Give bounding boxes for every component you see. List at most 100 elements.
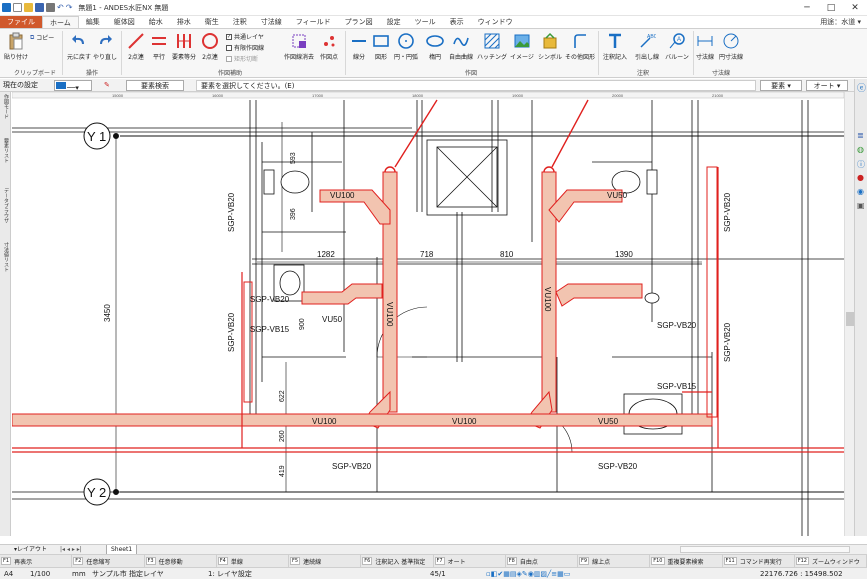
fkey-f2[interactable]: F2 任意縮写 [72,555,145,567]
tab-dimension[interactable]: 寸法線 [254,16,289,28]
fkey-f3[interactable]: F3 任意移動 [145,555,217,567]
element-mode-select[interactable]: 要素 ▾ [760,80,802,91]
tab-window[interactable]: ウィンドウ [471,16,520,28]
double-line-button[interactable]: 2点連 [124,32,148,61]
ribbon-home: 貼り付け ⧉ コピー 元に戻す やり直し 2点連 平行 要素等分 2点連 ✓ 共… [0,28,867,78]
two-point-circle-button[interactable]: 2点連 [198,32,222,61]
fkey-f1[interactable]: F1 再表示 [0,555,73,567]
aux-erase-button[interactable]: 作図線消去 [282,32,316,61]
fkey-f12[interactable]: F12 ズームウィンドウ [795,555,867,567]
left-tab-dimension-list[interactable]: 寸法値リスト [1,242,10,272]
fkey-f11[interactable]: F11 コマンド再実行 [723,555,795,567]
usage-dropdown[interactable]: 用途：水道 ▾ [820,16,861,28]
ellipse-button[interactable]: 楕円 [424,32,446,61]
line-button[interactable]: 線分 [348,32,370,61]
layer-icon[interactable]: ≣ [857,131,864,140]
horizontal-scrollbar[interactable] [680,546,850,553]
image-icon [514,34,530,48]
redo-button[interactable]: やり直し [92,32,118,61]
status-layer[interactable]: 1: レイヤ設定 [208,569,252,579]
tab-structure[interactable]: 躯体図 [107,16,142,28]
tab-file[interactable]: ファイル [0,16,42,28]
leader-button[interactable]: ABC 引出し線 [631,32,663,61]
dimension-button[interactable]: 寸法線 [694,32,716,61]
tab-annotation[interactable]: 注釈 [226,16,254,28]
rect-cut-check[interactable]: 矩形切断 [226,54,258,63]
save-icon[interactable] [35,3,44,12]
image-button[interactable]: イメージ [508,32,536,61]
tab-edit[interactable]: 編集 [79,16,107,28]
left-tab-draw-mode[interactable]: 作図モード [1,94,10,119]
tab-plan[interactable]: プラン図 [338,16,380,28]
redo-quick-icon[interactable]: ↷ [66,3,73,12]
layout-label[interactable]: ▾レイアウト [14,545,47,554]
undo-button[interactable]: 元に戻す [66,32,92,61]
shape-button[interactable]: 図形 [370,32,392,61]
copy-button[interactable]: ⧉ コピー [30,33,54,43]
vertical-scrollbar[interactable] [844,92,854,536]
snap-mode-select[interactable]: オート ▾ [806,80,848,91]
tab-water-supply[interactable]: 給水 [142,16,170,28]
new-file-icon[interactable] [13,3,22,12]
fkey-f5[interactable]: F5 連続線 [289,555,362,567]
close-button[interactable]: ✕ [843,0,867,15]
symbol-button[interactable]: シンボル [536,32,564,61]
structure-lines [12,100,844,536]
image-panel-icon[interactable]: ▣ [857,201,865,210]
fkey-f9[interactable]: F9 線上点 [578,555,651,567]
tab-drainage[interactable]: 排水 [170,16,198,28]
ie-icon[interactable]: ⓔ [857,81,866,94]
element-search-button[interactable]: 要素検索 [126,80,184,91]
fkey-f4[interactable]: F4 単線 [217,555,289,567]
hatch-button[interactable]: ハッチング [477,32,507,61]
globe-icon[interactable]: ◉ [857,187,864,196]
element-equal-button[interactable]: 要素等分 [170,32,198,61]
left-tab-element-list[interactable]: 要素リスト [1,138,10,163]
left-tab-data-browser[interactable]: データブラウザ [1,188,10,223]
other-shape-button[interactable]: その他図形 [564,32,596,61]
info-icon[interactable]: ⓘ [857,159,865,170]
aux-point-button[interactable]: 作図点 [316,32,342,61]
fkey-f10[interactable]: F10 重複要素検索 [650,555,723,567]
drawing-svg[interactable]: 15000 16000 17000 18000 19000 20000 2100… [12,92,844,536]
fkey-f8[interactable]: F8 自由点 [506,555,578,567]
free-curve-button[interactable]: 自由曲線 [446,32,476,61]
limited-aux-check[interactable]: 有限作図線 [226,43,264,52]
tab-settings[interactable]: 設定 [380,16,408,28]
grid-label-y2: Y 2 [87,485,106,500]
tab-home[interactable]: ホーム [42,16,79,28]
maximize-button[interactable]: □ [819,0,843,15]
minimize-button[interactable]: ─ [795,0,819,15]
tab-view[interactable]: 表示 [443,16,471,28]
balloon-button[interactable]: A バルーン [663,32,691,61]
pin-icon[interactable]: ● [857,173,864,182]
equal-divide-icon [177,34,191,48]
status-scale[interactable]: 1/100 [30,569,50,579]
label-vu100-e: VU100 [452,417,477,426]
tab-sanitary[interactable]: 衛生 [198,16,226,28]
line-icon [352,40,366,42]
status-tool-icons[interactable]: ▫◧✔▦▤◈✎◉▥▨╱≡▦▭ [486,569,570,579]
common-layer-check[interactable]: ✓ 共通レイヤ [226,32,264,41]
sheet-nav-arrows[interactable]: |◂ ◂ ▸ ▸| [60,545,82,554]
open-folder-icon[interactable] [24,3,33,12]
cad-canvas[interactable]: 15000 16000 17000 18000 19000 20000 2100… [12,92,844,536]
paste-button[interactable]: 貼り付け [3,32,29,61]
dim-396: 396 [290,208,297,220]
circle-arc-button[interactable]: 円・円弧 [392,32,420,61]
fkey-f6[interactable]: F6 注釈記入 基準指定 [361,555,434,567]
undo-quick-icon[interactable]: ↶ [57,3,64,12]
color-icon[interactable]: ◍ [857,145,864,154]
circle-dimension-button[interactable]: 円寸法線 [716,32,746,61]
tab-tools[interactable]: ツール [408,16,443,28]
print-icon[interactable] [46,3,55,12]
text-t-icon [609,33,621,48]
scroll-thumb[interactable] [846,312,854,326]
tab-field[interactable]: フィールド [289,16,338,28]
parallel-button[interactable]: 平行 [148,32,170,61]
fkey-f7[interactable]: F7 オート [434,555,506,567]
pen-icon[interactable]: ✎ [104,80,110,91]
status-layer-group[interactable]: サンプル市 指定レイヤ [92,569,164,579]
note-button[interactable]: 注釈記入 [600,32,630,61]
line-color-select[interactable]: ──▾ [54,80,92,92]
